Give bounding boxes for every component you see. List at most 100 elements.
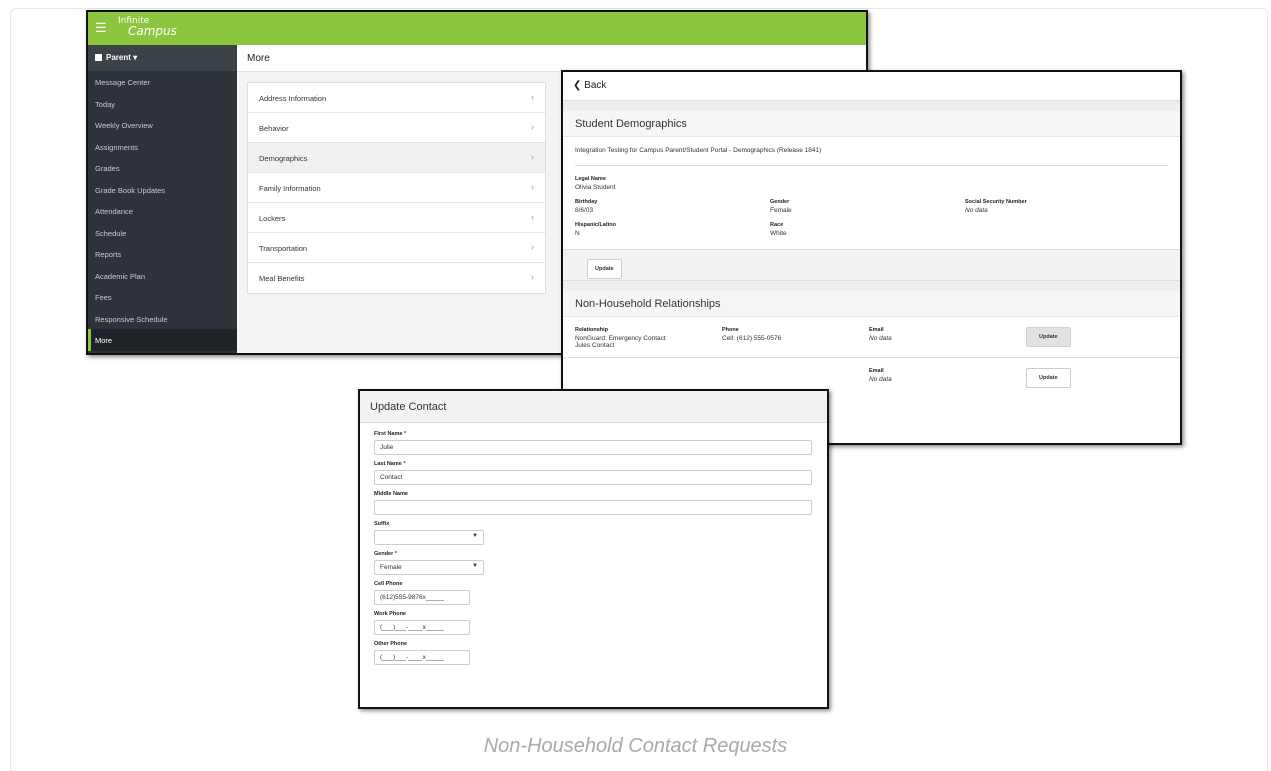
update-relationship-button[interactable]: Update: [1026, 368, 1071, 388]
more-item-family-information[interactable]: Family Information ›: [248, 173, 545, 203]
gender-label: Gender: [770, 199, 790, 205]
figure-caption: Non-Household Contact Requests: [483, 735, 788, 757]
page-title: More: [237, 45, 866, 72]
role-selector[interactable]: Parent ▾: [88, 45, 237, 71]
relationship-field: [575, 368, 722, 383]
phone-value: Cell: (612) 555-0576: [722, 335, 782, 342]
work-phone-label: Work Phone: [374, 611, 406, 617]
email-field: Email No data: [869, 368, 1016, 383]
required-mark: *: [394, 551, 397, 557]
last-name-label: Last Name *: [374, 461, 810, 467]
dropdown-arrow-icon: ▼: [472, 563, 478, 569]
chevron-left-icon: ❮: [573, 80, 582, 91]
legal-name-label: Legal Name: [575, 176, 606, 182]
relationship-row: Relationship NonGuard: Emergency Contact…: [563, 317, 1180, 358]
last-name-label-text: Last Name: [374, 461, 402, 467]
email-label: Email: [869, 327, 884, 333]
middle-name-input[interactable]: [374, 500, 812, 515]
gender-label-text: Gender: [374, 551, 394, 557]
divider: [563, 281, 1180, 291]
more-item-lockers[interactable]: Lockers ›: [248, 203, 545, 233]
gender-value: Female: [770, 207, 792, 214]
update-contact-form: First Name * Julie Last Name * Contact M…: [360, 423, 827, 665]
birthday-value: 8/6/03: [575, 207, 594, 214]
ssn-label: Social Security Number: [965, 199, 1027, 205]
race-field: Race White: [770, 222, 965, 237]
contact-name: Jules Contact: [575, 342, 615, 349]
divider: [563, 101, 1180, 111]
sidebar-item-grades[interactable]: Grades: [88, 157, 237, 179]
campus-logo: Infinite Campus: [118, 16, 177, 37]
last-name-input[interactable]: Contact: [374, 470, 812, 485]
sidebar-item-reports[interactable]: Reports: [88, 243, 237, 265]
race-label: Race: [770, 222, 784, 228]
more-item-transportation[interactable]: Transportation ›: [248, 233, 545, 263]
ssn-field: Social Security Number No data: [965, 199, 1160, 214]
back-button[interactable]: ❮ Back: [563, 72, 1180, 101]
portal-icon: [95, 54, 102, 61]
top-bar: ☰ Infinite Campus: [88, 12, 866, 45]
chevron-right-icon: ›: [531, 182, 534, 192]
chevron-right-icon: ›: [531, 242, 534, 252]
hispanic-field: Hispanic/Latino N: [575, 222, 770, 237]
gender-select[interactable]: Female ▼: [374, 560, 484, 575]
more-item-demographics[interactable]: Demographics ›: [248, 143, 545, 173]
chevron-right-icon: ›: [531, 152, 534, 162]
phone-field: [722, 368, 869, 383]
role-label: Parent: [106, 53, 131, 62]
hispanic-label: Hispanic/Latino: [575, 222, 616, 228]
phone-field: Phone Cell: (612) 555-0576: [722, 327, 869, 349]
suffix-select[interactable]: ▼: [374, 530, 484, 545]
relationship-field: Relationship NonGuard: Emergency Contact…: [575, 327, 722, 349]
birthday-label: Birthday: [575, 199, 598, 205]
birthday-field: Birthday 8/6/03: [575, 199, 770, 214]
other-phone-input[interactable]: (___)___-____x_____: [374, 650, 470, 665]
sidebar-item-responsive-schedule[interactable]: Responsive Schedule: [88, 308, 237, 330]
email-value: No data: [869, 335, 892, 342]
hamburger-menu-icon[interactable]: ☰: [95, 21, 107, 34]
student-demographics-body: Integration Testing for Campus Parent/St…: [563, 137, 1180, 237]
more-item-label: Demographics: [259, 154, 308, 163]
more-item-label: Transportation: [259, 244, 308, 253]
sidebar-item-today[interactable]: Today: [88, 93, 237, 115]
legal-name-field: Legal Name Olivia Student: [575, 176, 770, 191]
cell-phone-label: Cell Phone: [374, 581, 403, 587]
more-item-label: Address Information: [259, 94, 327, 103]
dropdown-arrow-icon: ▼: [472, 533, 478, 539]
first-name-input[interactable]: Julie: [374, 440, 812, 455]
more-item-behavior[interactable]: Behavior ›: [248, 113, 545, 143]
relationship-value: NonGuard: Emergency Contact: [575, 335, 666, 342]
hispanic-value: N: [575, 230, 580, 237]
first-name-label-text: First Name: [374, 431, 403, 437]
sidebar-item-more[interactable]: More: [88, 329, 237, 351]
phone-label: Phone: [722, 327, 739, 333]
more-item-meal-benefits[interactable]: Meal Benefits ›: [248, 263, 545, 293]
sidebar-item-schedule[interactable]: Schedule: [88, 222, 237, 244]
back-label: Back: [584, 80, 607, 91]
sidebar-item-message-center[interactable]: Message Center: [88, 71, 237, 93]
first-name-label: First Name *: [374, 431, 810, 437]
sidebar: Parent ▾ Message Center Today Weekly Overv…: [88, 45, 237, 353]
sidebar-item-assignments[interactable]: Assignments: [88, 136, 237, 158]
more-item-label: Behavior: [259, 124, 289, 133]
more-item-address-information[interactable]: Address Information ›: [248, 83, 545, 113]
work-phone-input[interactable]: (___)___-____x_____: [374, 620, 470, 635]
required-mark: *: [403, 461, 406, 467]
update-relationship-button[interactable]: Update: [1026, 327, 1071, 347]
demographics-actions: Update: [563, 249, 1180, 281]
more-item-label: Family Information: [259, 184, 321, 193]
other-phone-label: Other Phone: [374, 641, 408, 647]
suffix-label: Suffix: [374, 521, 390, 527]
cell-phone-input[interactable]: (612)555-9876x_____: [374, 590, 470, 605]
middle-name-label: Middle Name: [374, 491, 408, 497]
sidebar-item-weekly-overview[interactable]: Weekly Overview: [88, 114, 237, 136]
chevron-right-icon: ›: [531, 92, 534, 102]
sidebar-item-academic-plan[interactable]: Academic Plan: [88, 265, 237, 287]
sidebar-item-fees[interactable]: Fees: [88, 286, 237, 308]
sidebar-item-grade-book-updates[interactable]: Grade Book Updates: [88, 179, 237, 201]
update-contact-title: Update Contact: [360, 391, 827, 423]
gender-field: Gender Female: [770, 199, 965, 214]
sidebar-item-attendance[interactable]: Attendance: [88, 200, 237, 222]
update-demographics-button[interactable]: Update: [587, 259, 622, 279]
non-household-title: Non-Household Relationships: [563, 291, 1180, 317]
